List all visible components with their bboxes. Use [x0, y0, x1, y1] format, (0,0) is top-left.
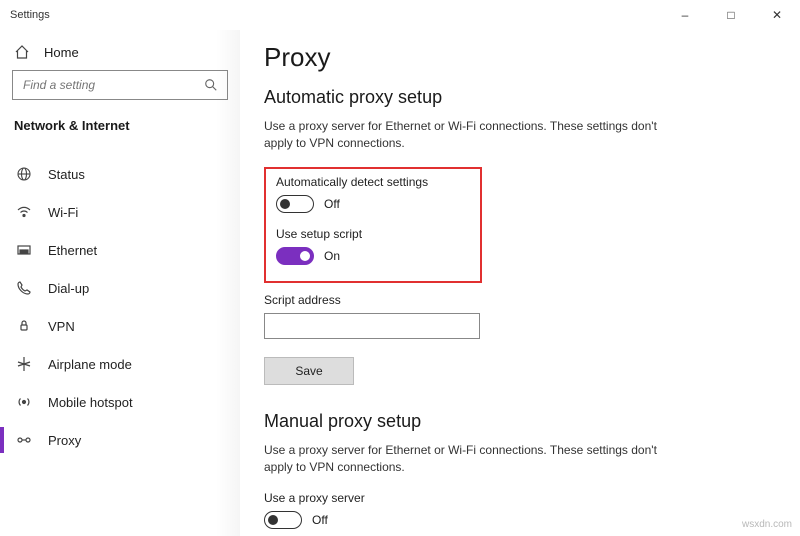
- sidebar-item-label: Proxy: [48, 433, 81, 448]
- use-proxy-label: Use a proxy server: [264, 491, 780, 505]
- sidebar-item-label: VPN: [48, 319, 75, 334]
- auto-proxy-desc: Use a proxy server for Ethernet or Wi-Fi…: [264, 118, 684, 153]
- proxy-icon: [16, 432, 32, 448]
- search-icon: [203, 77, 219, 93]
- home-icon: [14, 44, 30, 60]
- sidebar-item-home[interactable]: Home: [12, 38, 228, 70]
- hotspot-icon: [16, 394, 32, 410]
- vpn-icon: [16, 318, 32, 334]
- sidebar-item-dialup[interactable]: Dial-up: [12, 269, 228, 307]
- sidebar-item-airplane[interactable]: Airplane mode: [12, 345, 228, 383]
- setup-script-toggle[interactable]: [276, 247, 314, 265]
- auto-detect-state: Off: [324, 197, 340, 211]
- sidebar-item-status[interactable]: Status: [12, 155, 228, 193]
- sidebar-item-hotspot[interactable]: Mobile hotspot: [12, 383, 228, 421]
- setup-script-state: On: [324, 249, 340, 263]
- script-address-input[interactable]: [264, 313, 480, 339]
- maximize-button[interactable]: □: [708, 0, 754, 30]
- sidebar-section-header: Network & Internet: [14, 118, 228, 133]
- auto-detect-toggle[interactable]: [276, 195, 314, 213]
- setup-script-label: Use setup script: [276, 227, 470, 241]
- airplane-icon: [16, 356, 32, 372]
- sidebar-item-ethernet[interactable]: Ethernet: [12, 231, 228, 269]
- wifi-icon: [16, 204, 32, 220]
- sidebar-item-wifi[interactable]: Wi-Fi: [12, 193, 228, 231]
- sidebar: Home Network & Internet Status Wi-Fi: [0, 30, 240, 536]
- manual-proxy-heading: Manual proxy setup: [264, 411, 780, 432]
- sidebar-item-label: Mobile hotspot: [48, 395, 133, 410]
- sidebar-item-proxy[interactable]: Proxy: [12, 421, 228, 459]
- search-input[interactable]: [12, 70, 228, 100]
- sidebar-item-vpn[interactable]: VPN: [12, 307, 228, 345]
- auto-detect-label: Automatically detect settings: [276, 175, 470, 189]
- auto-proxy-heading: Automatic proxy setup: [264, 87, 780, 108]
- sidebar-item-label: Airplane mode: [48, 357, 132, 372]
- close-button[interactable]: ✕: [754, 0, 800, 30]
- titlebar: Settings – □ ✕: [0, 0, 800, 30]
- save-button[interactable]: Save: [264, 357, 354, 385]
- sidebar-item-label: Ethernet: [48, 243, 97, 258]
- page-title: Proxy: [264, 42, 780, 73]
- sidebar-item-label: Status: [48, 167, 85, 182]
- search-field[interactable]: [21, 77, 203, 93]
- manual-proxy-desc: Use a proxy server for Ethernet or Wi-Fi…: [264, 442, 684, 477]
- watermark: wsxdn.com: [742, 519, 792, 530]
- use-proxy-state: Off: [312, 513, 328, 527]
- window-title: Settings: [10, 9, 50, 21]
- minimize-button[interactable]: –: [662, 0, 708, 30]
- save-button-label: Save: [295, 364, 322, 378]
- ethernet-icon: [16, 242, 32, 258]
- highlight-annotation: Automatically detect settings Off Use se…: [264, 167, 482, 283]
- phone-icon: [16, 280, 32, 296]
- main-content: Proxy Automatic proxy setup Use a proxy …: [240, 30, 800, 536]
- use-proxy-toggle[interactable]: [264, 511, 302, 529]
- home-label: Home: [44, 45, 79, 60]
- sidebar-item-label: Wi-Fi: [48, 205, 78, 220]
- script-address-label: Script address: [264, 293, 780, 307]
- sidebar-item-label: Dial-up: [48, 281, 89, 296]
- globe-icon: [16, 166, 32, 182]
